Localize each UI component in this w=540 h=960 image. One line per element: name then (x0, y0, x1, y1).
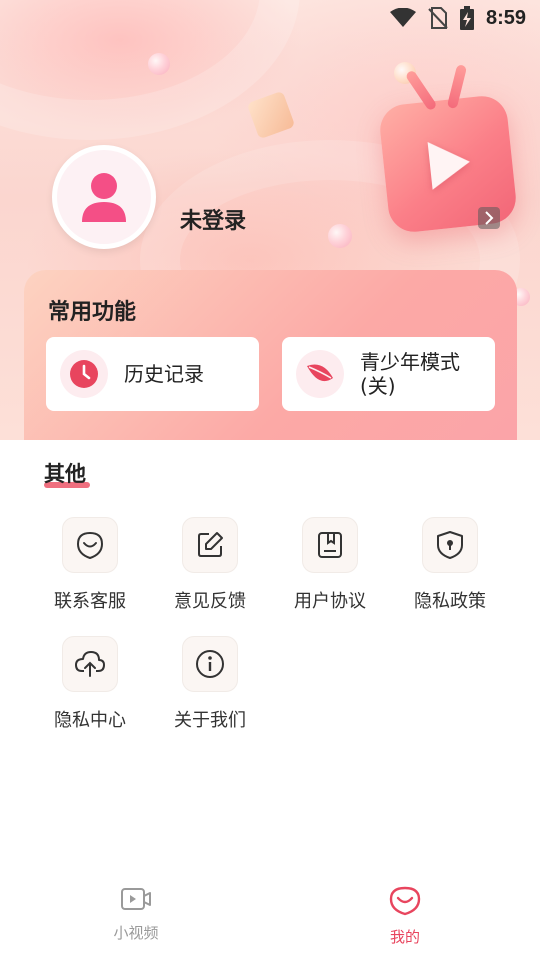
mine-smile-icon (389, 886, 421, 920)
wifi-icon (389, 8, 416, 28)
about-us-label: 关于我们 (174, 710, 246, 731)
clock-icon (60, 350, 108, 398)
section-title: 常用功能 (48, 300, 137, 325)
contact-service-label: 联系客服 (54, 591, 126, 612)
nav-mine-label: 我的 (389, 928, 420, 946)
privacy-policy-button[interactable]: 隐私政策 (395, 517, 505, 613)
user-agreement-button[interactable]: 用户协议 (275, 517, 385, 613)
feedback-button[interactable]: 意见反馈 (155, 517, 265, 613)
login-status[interactable]: 未登录 (180, 203, 246, 235)
info-icon (182, 636, 238, 692)
chevron-right-icon[interactable] (478, 207, 500, 229)
feedback-edit-icon (182, 517, 238, 573)
status-bar: 8:59 (0, 0, 540, 36)
nav-mine[interactable]: 我的 (355, 886, 455, 947)
common-functions-card: 常用功能 历史记录 青少年模式 (关) (24, 270, 517, 440)
contact-service-button[interactable]: 联系客服 (35, 517, 145, 613)
decor-cube (246, 90, 296, 140)
privacy-shield-icon (422, 517, 478, 573)
about-us-button[interactable]: 关于我们 (155, 636, 265, 732)
other-section-title: 其他 (44, 462, 86, 486)
decor-bubble (328, 224, 352, 248)
video-icon (120, 886, 152, 916)
privacy-center-button[interactable]: 隐私中心 (35, 636, 145, 732)
agreement-book-icon (302, 517, 358, 573)
avatar[interactable] (52, 145, 156, 249)
history-label: 历史记录 (124, 362, 204, 386)
cloud-upload-icon (62, 636, 118, 692)
user-icon (82, 173, 126, 222)
privacy-center-label: 隐私中心 (54, 710, 126, 731)
decor-bubble (148, 53, 170, 75)
leaf-icon (296, 350, 344, 398)
nav-short-video-label: 小视频 (113, 924, 159, 942)
feedback-label: 意见反馈 (174, 591, 246, 612)
teen-mode-button[interactable]: 青少年模式 (关) (282, 337, 495, 411)
teen-mode-label: 青少年模式 (关) (360, 350, 460, 398)
user-agreement-label: 用户协议 (294, 591, 366, 612)
privacy-policy-label: 隐私政策 (414, 591, 486, 612)
customer-service-icon (62, 517, 118, 573)
bottom-navigation: 小视频 我的 (0, 870, 540, 960)
status-time: 8:59 (485, 6, 526, 29)
nav-short-video[interactable]: 小视频 (86, 886, 186, 943)
battery-charging-icon (459, 6, 474, 30)
no-sim-icon (428, 7, 448, 29)
history-button[interactable]: 历史记录 (46, 337, 259, 411)
